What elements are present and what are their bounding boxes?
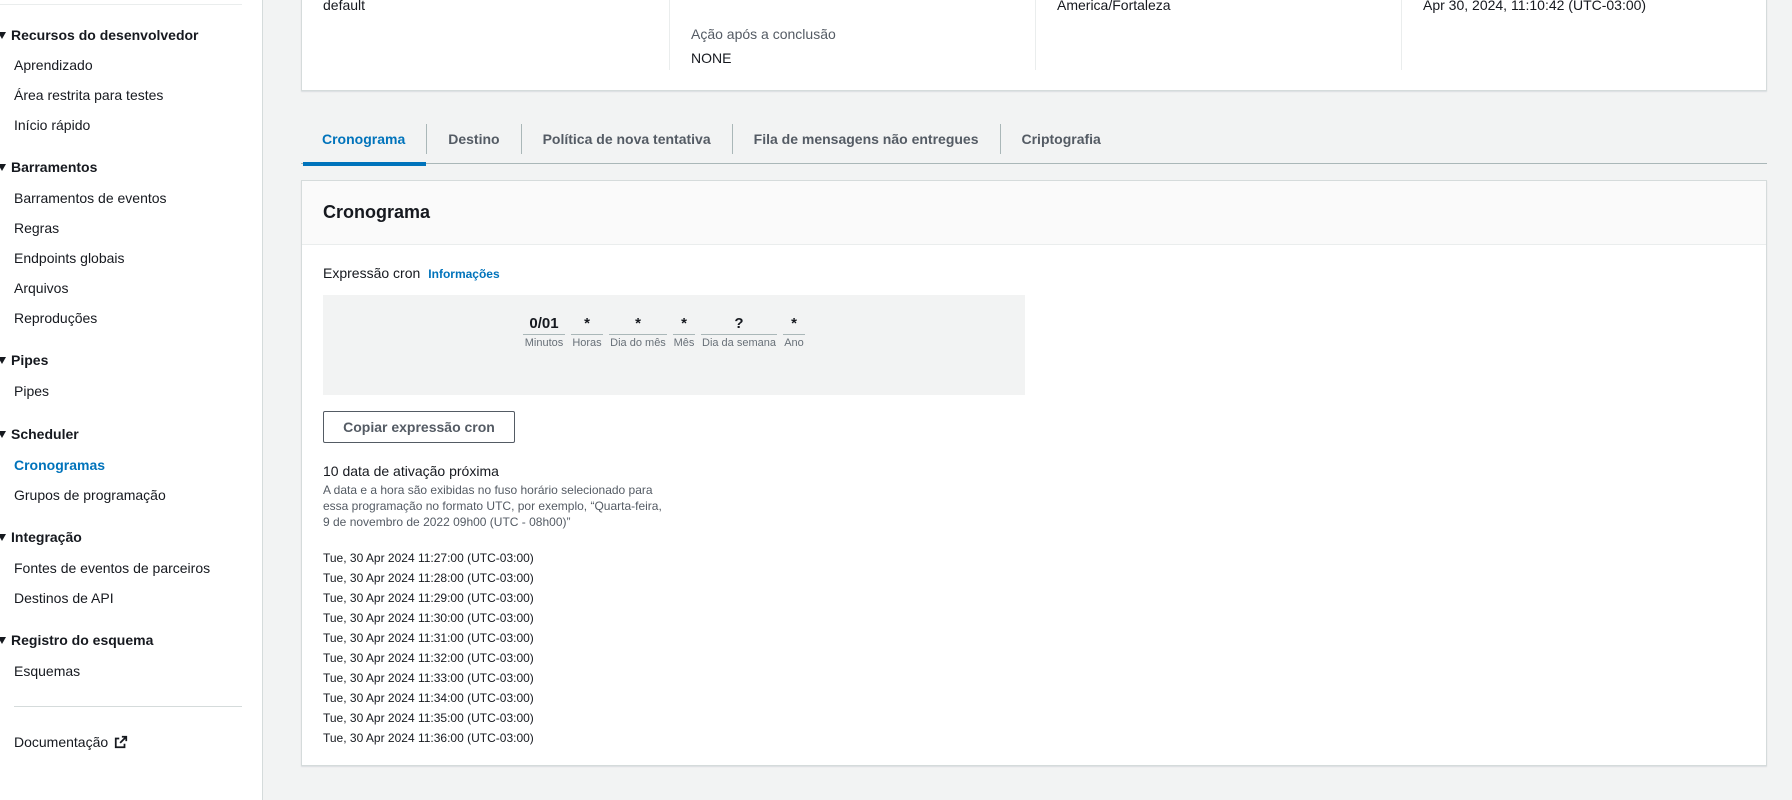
sidebar-item-reproducoes[interactable]: Reproduções (14, 310, 97, 326)
sidebar-section-integracao[interactable]: Integração (0, 529, 82, 545)
details-column-2: Ação após a conclusão NONE (669, 0, 1035, 70)
sidebar-item-fontes-de-eventos[interactable]: Fontes de eventos de parceiros (14, 560, 210, 576)
sidebar-item-cronogramas[interactable]: Cronogramas (14, 457, 105, 473)
sidebar-divider (14, 706, 242, 707)
tab-cronograma[interactable]: Cronograma (301, 115, 427, 166)
next-activations-title: 10 data de ativação próxima (323, 463, 499, 479)
sidebar: Recursos do desenvolvedor Aprendizado Ár… (0, 0, 263, 800)
sidebar-item-grupos-de-programacao[interactable]: Grupos de programação (14, 487, 166, 503)
sidebar-item-area-restrita[interactable]: Área restrita para testes (14, 87, 163, 103)
cron-field-year: * Ano (783, 315, 805, 349)
details-value-date: Apr 30, 2024, 11:10:42 (UTC-03:00) (1423, 0, 1647, 13)
sidebar-item-endpoints-globais[interactable]: Endpoints globais (14, 250, 125, 266)
sidebar-item-inicio-rapido[interactable]: Início rápido (14, 117, 90, 133)
caret-down-icon (0, 533, 6, 541)
sidebar-item-regras[interactable]: Regras (14, 220, 59, 236)
sidebar-section-label: Recursos do desenvolvedor (11, 27, 199, 43)
details-label-action-after-completion: Ação após a conclusão (691, 26, 836, 42)
tab-politica-de-nova-tentativa[interactable]: Política de nova tentativa (522, 115, 732, 164)
details-value-action-after-completion: NONE (691, 50, 732, 66)
documentation-link[interactable]: Documentação (14, 734, 128, 750)
details-column-1: default (302, 0, 669, 70)
sidebar-item-arquivos[interactable]: Arquivos (14, 280, 68, 296)
cron-value: * (571, 315, 603, 335)
cron-field-month: * Mês (673, 315, 695, 349)
caret-down-icon (0, 636, 6, 644)
cron-field-hours: * Horas (571, 315, 603, 349)
caret-down-icon (0, 356, 6, 364)
sidebar-item-barramentos-de-eventos[interactable]: Barramentos de eventos (14, 190, 167, 206)
cron-fields: 0/01 Minutos * Horas * Dia do mês * Mês … (523, 315, 805, 349)
caret-down-icon (0, 31, 6, 39)
tabs: Cronograma Destino Política de nova tent… (301, 115, 1767, 166)
list-item: Tue, 30 Apr 2024 11:28:00 (UTC-03:00) (323, 571, 534, 585)
info-link[interactable]: Informações (428, 267, 499, 281)
list-item: Tue, 30 Apr 2024 11:27:00 (UTC-03:00) (323, 551, 534, 565)
cron-unit: Mês (673, 337, 695, 349)
cron-unit: Horas (572, 337, 602, 349)
sidebar-section-barramentos[interactable]: Barramentos (0, 159, 97, 175)
list-item: Tue, 30 Apr 2024 11:31:00 (UTC-03:00) (323, 631, 534, 645)
details-value-timezone: America/Fortaleza (1057, 0, 1171, 13)
activation-dates-list: Tue, 30 Apr 2024 11:27:00 (UTC-03:00) Tu… (323, 548, 534, 748)
sidebar-item-esquemas[interactable]: Esquemas (14, 663, 80, 679)
schedule-card: Cronograma Expressão cron Informações 0/… (301, 180, 1767, 766)
cron-unit: Dia do mês (610, 337, 666, 349)
cron-expression-display: 0/01 Minutos * Horas * Dia do mês * Mês … (323, 295, 1025, 395)
list-item: Tue, 30 Apr 2024 11:34:00 (UTC-03:00) (323, 691, 534, 705)
cron-field-day-of-month: * Dia do mês (609, 315, 667, 349)
sidebar-section-label: Registro do esquema (11, 632, 154, 648)
sidebar-section-label: Integração (11, 529, 82, 545)
copy-cron-button[interactable]: Copiar expressão cron (323, 411, 515, 443)
sidebar-item-aprendizado[interactable]: Aprendizado (14, 57, 93, 73)
sidebar-item-pipes[interactable]: Pipes (14, 383, 49, 399)
external-link-icon (115, 735, 128, 749)
list-item: Tue, 30 Apr 2024 11:35:00 (UTC-03:00) (323, 711, 534, 725)
tab-criptografia[interactable]: Criptografia (1001, 115, 1122, 164)
cron-unit: Minutos (524, 337, 564, 349)
sidebar-section-label: Scheduler (11, 426, 79, 442)
cron-value: * (783, 315, 805, 335)
documentation-label: Documentação (14, 734, 109, 750)
list-item: Tue, 30 Apr 2024 11:30:00 (UTC-03:00) (323, 611, 534, 625)
details-value-group: default (323, 0, 366, 13)
card-title: Cronograma (302, 181, 1766, 245)
sidebar-section-label: Pipes (11, 352, 49, 368)
sidebar-section-pipes[interactable]: Pipes (0, 352, 48, 368)
sidebar-section-registro-do-esquema[interactable]: Registro do esquema (0, 632, 153, 648)
caret-down-icon (0, 163, 6, 171)
tab-destino[interactable]: Destino (427, 115, 520, 164)
cron-value: * (673, 315, 695, 335)
cron-unit: Ano (784, 337, 804, 349)
caret-down-icon (0, 430, 6, 438)
cron-unit: Dia da semana (702, 337, 776, 349)
details-column-4: Apr 30, 2024, 11:10:42 (UTC-03:00) (1401, 0, 1767, 70)
list-item: Tue, 30 Apr 2024 11:36:00 (UTC-03:00) (323, 731, 534, 745)
cron-value: 0/01 (523, 315, 565, 335)
tab-fila-de-mensagens[interactable]: Fila de mensagens não entregues (733, 115, 1000, 164)
list-item: Tue, 30 Apr 2024 11:29:00 (UTC-03:00) (323, 591, 534, 605)
list-item: Tue, 30 Apr 2024 11:33:00 (UTC-03:00) (323, 671, 534, 685)
details-column-3: America/Fortaleza (1035, 0, 1401, 70)
sidebar-item-destinos-de-api[interactable]: Destinos de API (14, 590, 114, 606)
sidebar-top-divider (0, 4, 242, 5)
list-item: Tue, 30 Apr 2024 11:32:00 (UTC-03:00) (323, 651, 534, 665)
schedule-details-card: default Ação após a conclusão NONE Ameri… (301, 0, 1767, 91)
next-activations-description: A data e a hora são exibidas no fuso hor… (323, 483, 662, 529)
cron-value: ? (701, 315, 777, 335)
sidebar-section-label: Barramentos (11, 159, 98, 175)
cron-field-day-of-week: ? Dia da semana (701, 315, 777, 349)
sidebar-section-scheduler[interactable]: Scheduler (0, 426, 79, 442)
cron-value: * (609, 315, 667, 335)
sidebar-section-developer-resources[interactable]: Recursos do desenvolvedor (0, 27, 199, 43)
cron-field-minutes: 0/01 Minutos (523, 315, 565, 349)
cron-expression-label-row: Expressão cron Informações (323, 265, 500, 281)
cron-expression-label: Expressão cron (323, 265, 421, 281)
